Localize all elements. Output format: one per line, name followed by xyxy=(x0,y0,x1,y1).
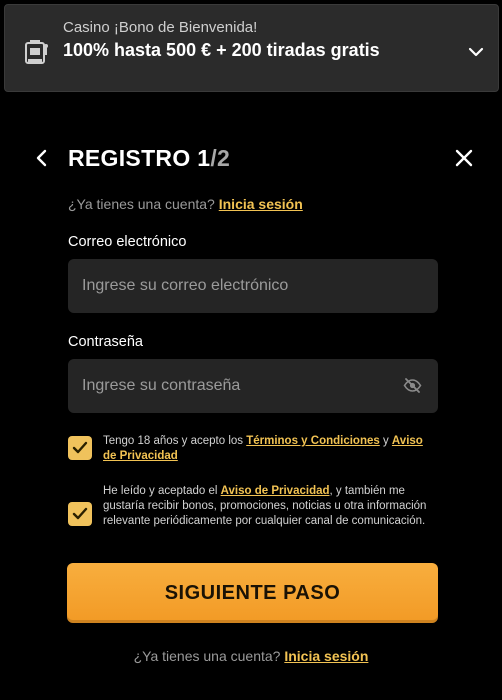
bottom-login-prompt: ¿Ya tienes una cuenta? Inicia sesión xyxy=(0,648,502,664)
back-arrow-icon[interactable] xyxy=(33,149,49,167)
login-prompt: ¿Ya tienes una cuenta? Inicia sesión xyxy=(68,196,303,212)
email-field[interactable] xyxy=(68,259,438,313)
email-label: Correo electrónico xyxy=(68,234,187,250)
login-prompt-text: ¿Ya tienes una cuenta? xyxy=(68,196,215,212)
close-icon[interactable] xyxy=(455,149,473,167)
check-icon xyxy=(72,507,88,520)
bonus-title: 100% hasta 500 € + 200 tiradas gratis xyxy=(63,40,380,60)
next-step-button[interactable]: SIGUIENTE PASO xyxy=(67,563,438,623)
check-icon xyxy=(72,441,88,454)
consent-text: Tengo 18 años y acepto los xyxy=(103,435,247,447)
password-field[interactable] xyxy=(68,359,438,413)
page-title: REGISTRO 1/2 xyxy=(68,145,230,172)
password-label: Contraseña xyxy=(68,334,143,350)
page-title-label: REGISTRO xyxy=(68,145,198,171)
bottom-login-text: ¿Ya tienes una cuenta? xyxy=(133,648,285,664)
login-link[interactable]: Inicia sesión xyxy=(219,196,303,212)
eye-off-icon[interactable] xyxy=(403,377,422,394)
terms-link[interactable]: Términos y Condiciones xyxy=(246,435,380,447)
step-total: /2 xyxy=(210,145,231,171)
age-terms-text: Tengo 18 años y acepto los Términos y Co… xyxy=(103,434,433,464)
bottom-login-link[interactable]: Inicia sesión xyxy=(284,648,368,664)
privacy-link[interactable]: Aviso de Privacidad xyxy=(221,485,330,497)
step-current: 1 xyxy=(197,145,211,171)
marketing-checkbox[interactable] xyxy=(68,502,92,526)
consent-text: He leído y aceptado el xyxy=(103,485,221,497)
bonus-kicker: Casino ¡Bono de Bienvenida! xyxy=(63,19,258,36)
bonus-banner[interactable]: Casino ¡Bono de Bienvenida! 100% hasta 5… xyxy=(4,4,499,92)
age-terms-checkbox[interactable] xyxy=(68,436,92,460)
marketing-text: He leído y aceptado el Aviso de Privacid… xyxy=(103,484,433,529)
chevron-down-icon[interactable] xyxy=(467,45,485,59)
consent-text: y xyxy=(379,435,392,447)
slot-machine-icon xyxy=(25,40,48,64)
